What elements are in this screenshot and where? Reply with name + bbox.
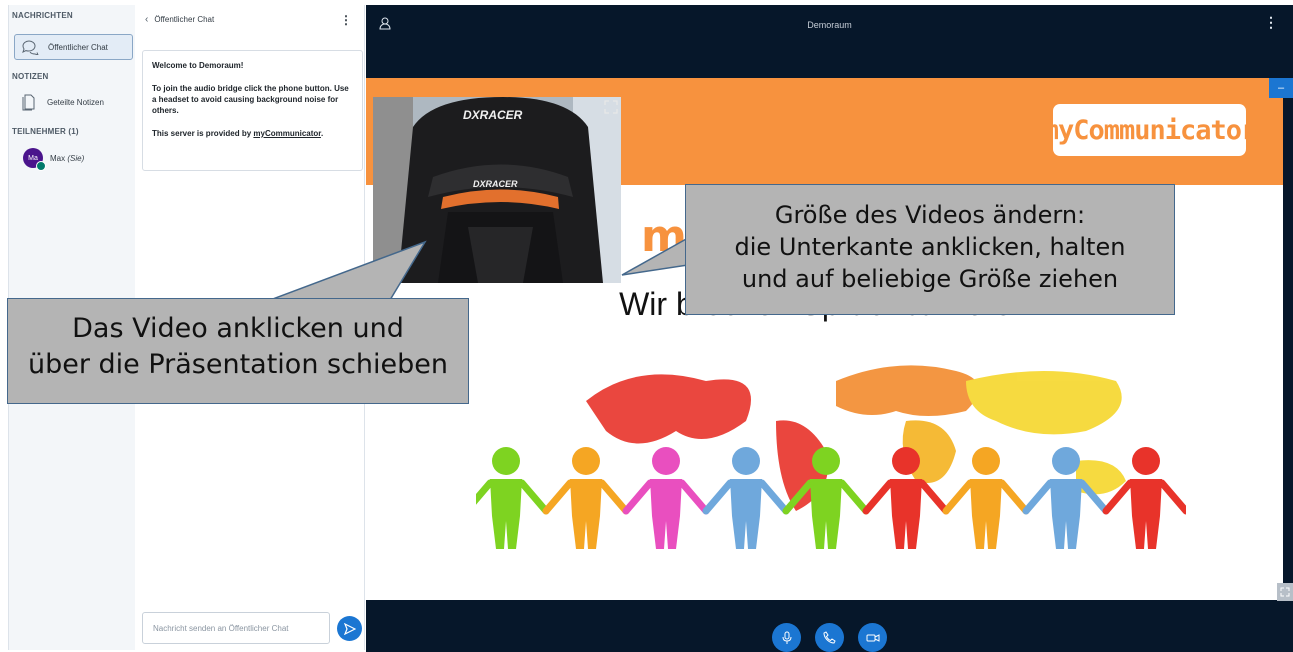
chair-brand-top: DXRACER xyxy=(463,108,523,122)
people-world-illustration xyxy=(476,365,1186,549)
welcome-suffix: ! xyxy=(240,61,244,70)
app-root: NACHRICHTEN Öffentlicher Chat NOTIZEN Ge… xyxy=(0,0,1293,652)
expand-video-icon[interactable] xyxy=(604,100,618,119)
send-message-button[interactable] xyxy=(337,616,362,641)
chat-message-input[interactable]: Nachricht senden an Öffentlicher Chat xyxy=(142,612,330,644)
room-title: Demoraum xyxy=(807,20,852,30)
chat-title: Öffentlicher Chat xyxy=(154,15,215,24)
person-figure xyxy=(942,447,1030,549)
chair-brand-bottom: DXRACER xyxy=(473,179,518,189)
callout-resize-video: Größe des Videos ändern: die Unterkante … xyxy=(685,184,1175,315)
minimize-presentation-button[interactable]: – xyxy=(1269,78,1293,98)
notes-section-title: NOTIZEN xyxy=(12,72,49,81)
participant-name: Max xyxy=(50,153,66,163)
provider-link[interactable]: myCommunicator xyxy=(253,129,321,138)
public-chat-item[interactable]: Öffentlicher Chat xyxy=(14,34,133,60)
phone-button[interactable] xyxy=(815,623,844,652)
welcome-message: Welcome to Demoraum! To join the audio b… xyxy=(142,50,363,171)
microphone-button[interactable] xyxy=(772,623,801,652)
person-figure xyxy=(542,447,630,549)
options-menu-icon[interactable]: ⋮ xyxy=(1264,14,1278,31)
provider-suffix: . xyxy=(320,129,324,138)
participant-self-tag: (Sie) xyxy=(67,153,85,163)
welcome-prefix: Welcome to xyxy=(152,61,199,70)
shared-notes-item[interactable]: Geteilte Notizen xyxy=(14,89,133,115)
public-chat-label: Öffentlicher Chat xyxy=(48,42,108,52)
chevron-left-icon: ‹ xyxy=(145,14,149,25)
person-figure xyxy=(1102,447,1186,549)
callout-left-line-2: über die Präsentation schieben xyxy=(27,349,449,380)
media-controls xyxy=(366,623,1293,652)
presenter-status-icon xyxy=(36,161,46,171)
callout-right-line-2: die Unterkante anklicken, halten xyxy=(734,233,1126,261)
video-camera-icon xyxy=(866,633,879,642)
fullscreen-icon[interactable] xyxy=(1277,583,1293,601)
person-figure xyxy=(622,447,710,549)
provider-prefix: This server is provided by xyxy=(152,129,254,138)
callout-right-line-1: Größe des Videos ändern: xyxy=(774,201,1086,229)
mycommunicator-logo: myCommunicator xyxy=(1043,104,1257,156)
chat-options-icon[interactable]: ⋮ xyxy=(340,13,352,27)
microphone-icon xyxy=(782,631,791,644)
messages-section-title: NACHRICHTEN xyxy=(12,11,73,20)
callout-drag-video: Das Video anklicken und über die Präsent… xyxy=(7,298,469,404)
callout-left-line-1: Das Video anklicken und xyxy=(72,313,404,344)
callout-right-pointer xyxy=(621,236,690,276)
avatar: Ma xyxy=(23,148,46,171)
document-icon xyxy=(19,93,39,111)
avatar-initials: Ma xyxy=(28,154,38,162)
callout-left-pointer xyxy=(270,240,427,302)
shared-notes-label: Geteilte Notizen xyxy=(47,97,104,107)
chat-bubbles-icon xyxy=(20,38,40,56)
person-figure xyxy=(476,447,550,549)
welcome-instructions: To join the audio bridge click the phone… xyxy=(152,84,349,115)
callout-right-line-3: und auf beliebige Größe ziehen xyxy=(741,265,1119,293)
participants-section-title: TEILNEHMER (1) xyxy=(12,127,79,136)
welcome-room: Demoraum xyxy=(198,61,241,70)
person-figure xyxy=(702,447,790,549)
chat-back-button[interactable]: ‹ Öffentlicher Chat xyxy=(145,14,214,25)
send-icon xyxy=(343,622,356,635)
phone-icon xyxy=(823,631,836,644)
participant-row[interactable]: Ma Max (Sie) xyxy=(23,148,85,171)
camera-button[interactable] xyxy=(858,623,887,652)
